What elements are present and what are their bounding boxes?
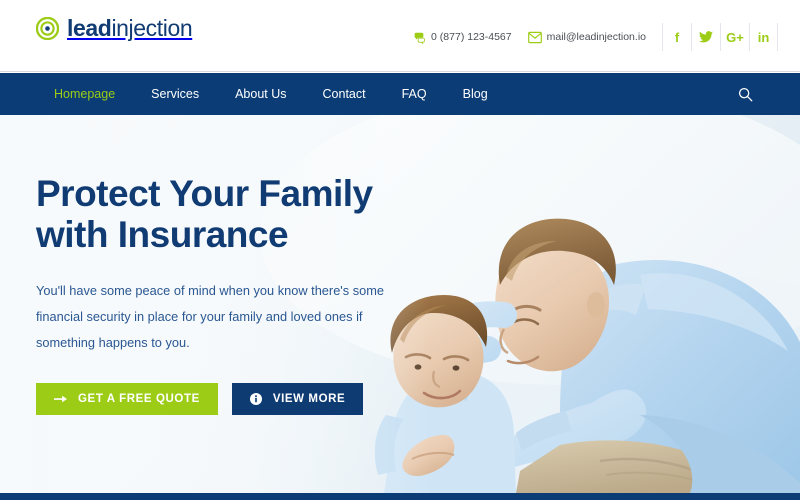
main-navigation: Homepage Services About Us Contact FAQ B…	[0, 73, 800, 115]
nav-item-homepage[interactable]: Homepage	[36, 87, 133, 101]
nav-item-contact[interactable]: Contact	[305, 87, 384, 101]
site-logo[interactable]: leadinjection	[36, 15, 193, 41]
search-icon	[738, 87, 752, 101]
envelope-icon	[527, 31, 542, 43]
hero-copy: Protect Your Family with Insurance You'l…	[36, 173, 431, 415]
nav-item-blog[interactable]: Blog	[445, 87, 506, 101]
header-phone[interactable]: 0 (877) 123-4567	[413, 31, 512, 44]
search-button[interactable]	[730, 73, 760, 115]
logo-wordmark: leadinjection	[67, 15, 193, 41]
nav-item-services[interactable]: Services	[133, 87, 217, 101]
nav-list: Homepage Services About Us Contact FAQ B…	[36, 73, 506, 115]
hero-title: Protect Your Family with Insurance	[36, 173, 431, 256]
get-a-free-quote-button[interactable]: GET A FREE QUOTE	[36, 382, 218, 415]
bottom-accent-strip	[0, 493, 800, 500]
social-link-twitter[interactable]	[691, 23, 720, 51]
hero-section: Protect Your Family with Insurance You'l…	[0, 115, 800, 493]
social-link-facebook[interactable]: f	[662, 23, 691, 51]
header-email[interactable]: mail@leadinjection.io	[527, 31, 646, 44]
logo-word-lead: lead	[67, 15, 112, 41]
chat-bubble-icon	[414, 32, 425, 44]
hero-button-group: GET A FREE QUOTE VIEW MORE	[36, 382, 431, 415]
top-header-bar: leadinjection 0 (877) 123-4567 mail@lead…	[0, 0, 800, 72]
header-phone-text: 0 (877) 123-4567	[431, 31, 512, 43]
linkedin-icon: in	[757, 29, 770, 45]
social-link-google-plus[interactable]: G+	[720, 23, 749, 51]
get-a-free-quote-label: GET A FREE QUOTE	[78, 392, 200, 405]
view-more-label: VIEW MORE	[272, 392, 346, 405]
hero-paragraph: You'll have some peace of mind when you …	[36, 282, 384, 351]
social-links: f G+ in	[662, 23, 800, 51]
info-circle-icon	[249, 392, 262, 405]
target-circles-icon	[36, 17, 59, 40]
view-more-button[interactable]: VIEW MORE	[231, 382, 364, 415]
header-contact-group: 0 (877) 123-4567 mail@leadinjection.io f	[413, 22, 800, 52]
facebook-icon: f	[674, 29, 680, 45]
google-plus-icon: G+	[726, 29, 744, 45]
social-link-linkedin[interactable]: in	[749, 23, 778, 51]
header-email-text: mail@leadinjection.io	[546, 31, 646, 43]
nav-item-faq[interactable]: FAQ	[384, 87, 445, 101]
nav-item-about-us[interactable]: About Us	[217, 87, 304, 101]
hero-title-line-2: with Insurance	[36, 214, 289, 256]
logo-word-injection: injection	[111, 15, 193, 41]
page-root: leadinjection 0 (877) 123-4567 mail@lead…	[0, 0, 800, 500]
arrow-right-icon	[54, 395, 67, 402]
hero-title-line-1: Protect Your Family	[36, 173, 373, 214]
twitter-icon	[699, 31, 713, 43]
